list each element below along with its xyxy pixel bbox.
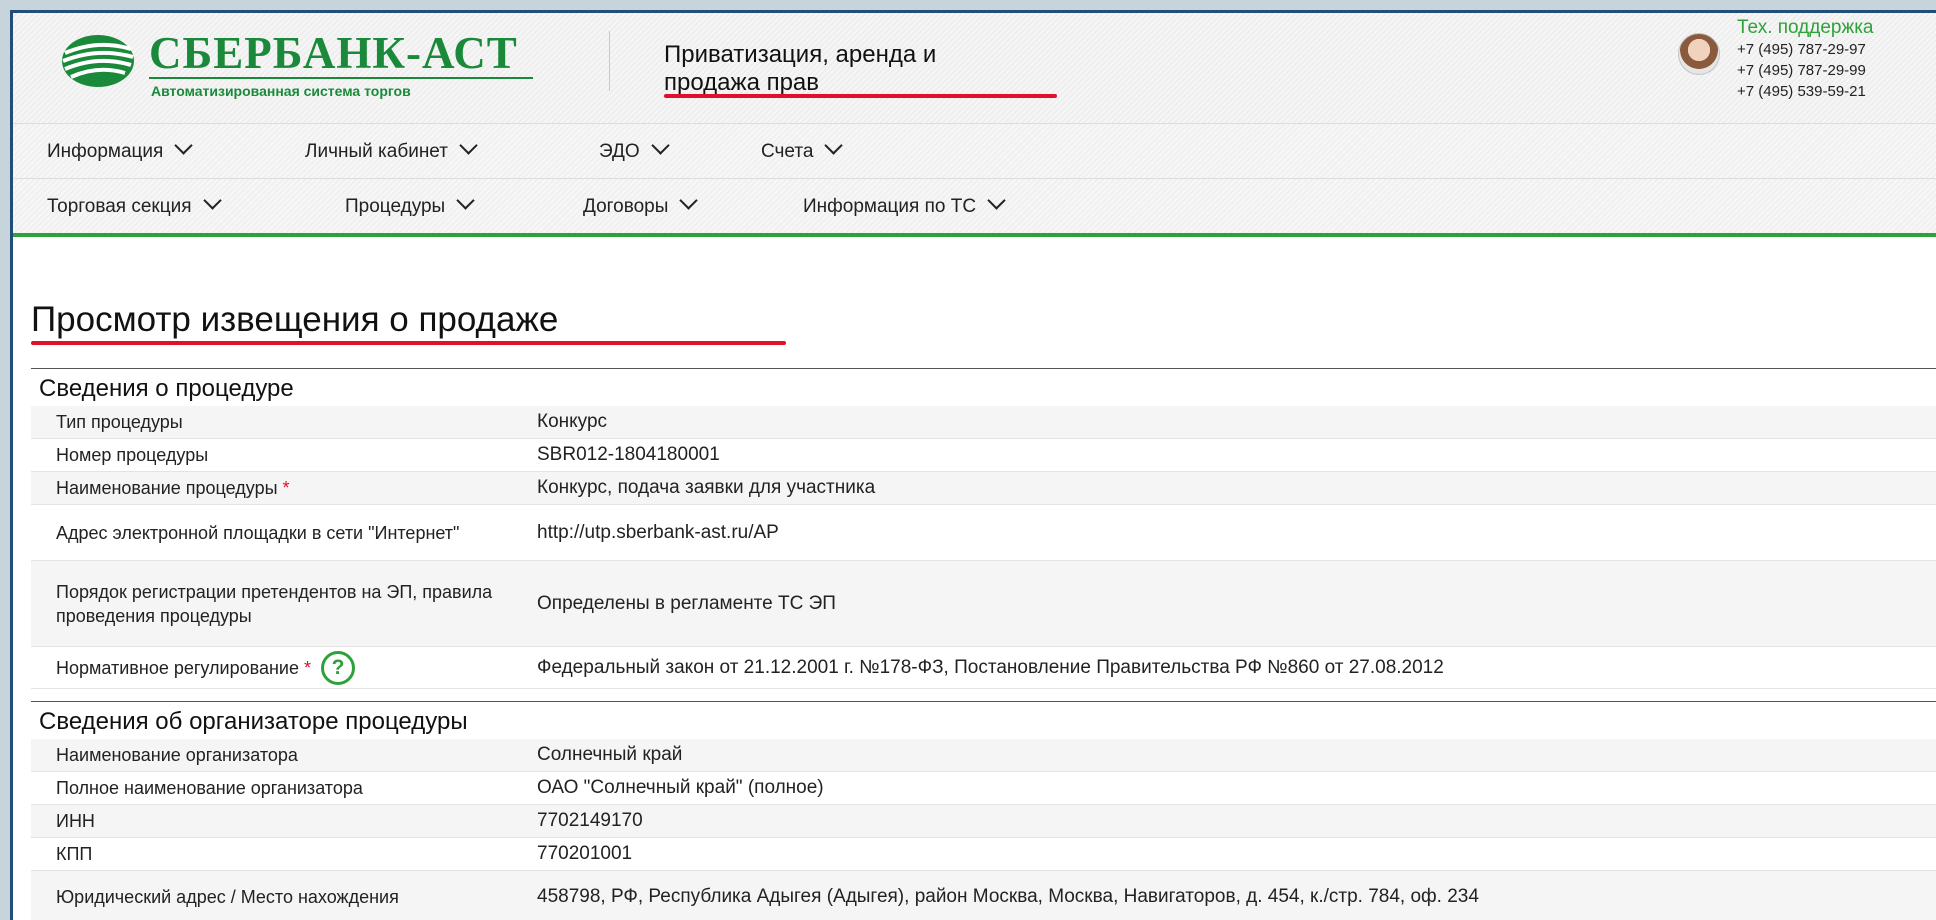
required-marker: *: [282, 478, 290, 498]
required-marker: *: [303, 657, 311, 678]
chevron-down-icon: [824, 136, 844, 155]
menu-information[interactable]: Информация: [47, 136, 194, 163]
field-value: Конкурс: [537, 411, 608, 432]
field-label: Тип процедуры: [56, 412, 183, 432]
sberbank-logo-icon: [62, 35, 134, 87]
table-row: Порядок регистрации претендентов на ЭП, …: [31, 561, 1936, 647]
field-label: Адрес электронной площадки в сети "Интер…: [56, 522, 460, 543]
app-window: СБЕРБАНК-АСТ Автоматизированная система …: [10, 10, 1936, 920]
chevron-down-icon: [456, 191, 475, 210]
menu-edo[interactable]: ЭДО: [599, 136, 670, 163]
section-title: Приватизация, аренда и продажа прав: [664, 41, 1064, 97]
section-title-line-1: Приватизация, аренда и: [664, 41, 937, 68]
field-value[interactable]: http://utp.sberbank-ast.ru/AP: [537, 505, 1931, 560]
logo[interactable]: СБЕРБАНК-АСТ Автоматизированная система …: [59, 25, 549, 105]
table-row: Номер процедуры SBR012-1804180001: [31, 439, 1936, 472]
field-label: Номер процедуры: [56, 445, 209, 465]
field-value: SBR012-1804180001: [537, 444, 720, 465]
table-row: Полное наименование организатора ОАО "Со…: [31, 772, 1936, 805]
support-phone: +7 (495) 539-59-21: [1737, 83, 1866, 100]
menu-label: Договоры: [583, 196, 669, 217]
logo-rule: [149, 77, 533, 79]
support-title[interactable]: Тех. поддержка: [1737, 17, 1874, 39]
main-menu-top: Информация Личный кабинет ЭДО Счета: [13, 124, 1936, 179]
table-row: Наименование организатора Солнечный край: [31, 739, 1936, 772]
menu-procedures[interactable]: Процедуры: [345, 191, 475, 218]
menu-label: Информация: [47, 141, 164, 162]
menu-label: Торговая секция: [47, 196, 192, 217]
chevron-down-icon: [650, 136, 670, 155]
table-row: Адрес электронной площадки в сети "Интер…: [31, 505, 1936, 561]
menu-accounts[interactable]: Счета: [761, 136, 844, 163]
menu-label: Процедуры: [345, 196, 446, 217]
field-value: 458798, РФ, Республика Адыгея (Адыгея), …: [537, 885, 1479, 907]
support-avatar-icon: [1678, 33, 1720, 75]
field-value: 7702149170: [537, 810, 643, 831]
chevron-down-icon: [987, 191, 1006, 210]
chevron-down-icon: [202, 191, 222, 210]
field-value: Солнечный край: [537, 744, 683, 765]
chevron-down-icon: [679, 191, 699, 210]
section-title-line-2: продажа прав: [664, 69, 820, 96]
header: СБЕРБАНК-АСТ Автоматизированная система …: [13, 13, 1936, 124]
field-label: Наименование процедуры: [56, 478, 278, 498]
main-menu-bottom: Торговая секция Процедуры Договоры Инфор…: [13, 179, 1936, 237]
support-phone: +7 (495) 787-29-99: [1737, 62, 1866, 79]
field-label: Полное наименование организатора: [56, 778, 363, 798]
menu-trading-section[interactable]: Торговая секция: [47, 191, 222, 218]
support-block: Тех. поддержка +7 (495) 787-29-97 +7 (49…: [1737, 17, 1874, 102]
menu-contracts[interactable]: Договоры: [583, 191, 699, 218]
field-label: КПП: [56, 844, 93, 864]
highlight-underline: [664, 94, 1057, 98]
logo-subtitle: Автоматизированная система торгов: [151, 83, 411, 99]
menu-label: ЭДО: [599, 141, 640, 162]
header-divider: [609, 31, 610, 91]
page-title: Просмотр извещения о продаже: [31, 300, 559, 339]
help-icon[interactable]: ?: [321, 650, 355, 685]
menu-label: Информация по ТС: [803, 196, 977, 217]
field-label: ИНН: [56, 811, 95, 831]
field-label-wrap: Нормативное регулирование *?: [56, 647, 496, 688]
menu-label: Счета: [761, 141, 814, 162]
menu-label: Личный кабинет: [305, 141, 448, 162]
field-value: Федеральный закон от 21.12.2001 г. №178-…: [537, 656, 1444, 678]
title-underline: [31, 341, 786, 345]
field-value: Определены в регламенте ТС ЭП: [537, 592, 836, 614]
table-row: Наименование процедуры * Конкурс, подача …: [31, 472, 1936, 505]
field-value: ОАО "Солнечный край" (полное): [537, 777, 824, 798]
section-heading-procedure: Сведения о процедуре: [31, 368, 1936, 406]
logo-title: СБЕРБАНК-АСТ: [149, 28, 518, 78]
table-row: Тип процедуры Конкурс: [31, 406, 1936, 439]
table-row: КПП 770201001: [31, 838, 1936, 871]
field-label: Наименование организатора: [56, 745, 298, 765]
table-row: ИНН 7702149170: [31, 805, 1936, 838]
menu-personal-cabinet[interactable]: Личный кабинет: [305, 136, 478, 163]
field-value: 770201001: [537, 843, 633, 864]
field-label: Юридический адрес / Место нахождения: [56, 886, 399, 907]
field-label-wrap: Наименование процедуры *: [56, 472, 496, 504]
menu-ts-information[interactable]: Информация по ТС: [803, 191, 1006, 218]
field-label: Порядок регистрации претендентов на ЭП, …: [56, 581, 493, 626]
field-value: Конкурс, подача заявки для участника: [537, 477, 876, 498]
chevron-down-icon: [459, 136, 478, 155]
table-row: Нормативное регулирование *? Федеральный …: [31, 647, 1936, 689]
support-phone: +7 (495) 787-29-97: [1737, 41, 1866, 58]
field-label: Нормативное регулирование: [56, 657, 299, 678]
table-row: Юридический адрес / Место нахождения 458…: [31, 871, 1936, 920]
chevron-down-icon: [174, 136, 194, 155]
section-heading-organizer: Сведения об организаторе процедуры: [31, 701, 1936, 739]
